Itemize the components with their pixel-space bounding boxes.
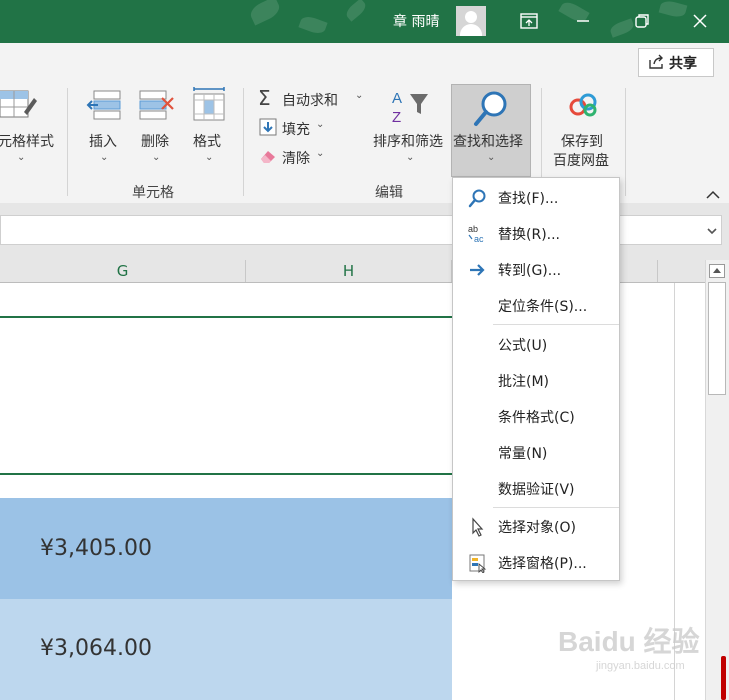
insert-cells-icon[interactable] — [86, 88, 122, 124]
eraser-icon[interactable] — [259, 148, 277, 164]
replace-icon: abac — [468, 224, 484, 244]
menu-item-goto-special[interactable]: 定位条件(S)... — [453, 288, 619, 322]
menu-item-select-objects[interactable]: 选择对象(O) — [453, 509, 619, 543]
fill-label[interactable]: 填充 — [282, 119, 310, 139]
share-label: 共享 — [669, 56, 697, 72]
selection-pane-icon — [469, 554, 487, 573]
format-label[interactable]: 格式 — [193, 131, 221, 151]
editing-group-label: 编辑 — [375, 185, 403, 201]
chevron-down-icon[interactable]: ⌄ — [205, 152, 213, 163]
minimize-icon[interactable] — [563, 6, 603, 36]
menu-item-data-validation[interactable]: 数据验证(V) — [453, 471, 619, 505]
cell-styles-icon[interactable] — [0, 88, 38, 122]
title-bar — [0, 0, 729, 43]
autosum-icon[interactable]: Σ — [258, 88, 276, 108]
baidu-watermark: Baidu 经验 jingyan.baidu.com — [558, 626, 700, 672]
menu-item-replace[interactable]: ab ac 替换(R)... — [453, 216, 619, 250]
menu-item-constants[interactable]: 常量(N) — [453, 435, 619, 469]
chevron-down-icon[interactable]: ⌄ — [406, 152, 414, 163]
close-icon[interactable] — [680, 6, 720, 36]
column-header-h[interactable]: H — [246, 260, 452, 282]
svg-text:A: A — [392, 90, 402, 107]
baidu-netdisk-label[interactable]: 百度网盘 — [553, 150, 609, 170]
cell-h-value[interactable]: ¥3,064.00 — [40, 636, 152, 661]
svg-text:ac: ac — [474, 234, 484, 244]
chevron-down-icon: ⌄ — [487, 152, 496, 163]
indicator-bar — [721, 656, 726, 700]
svg-text:Z: Z — [392, 109, 401, 126]
cells-group-label: 单元格 — [132, 185, 174, 201]
sort-filter-label[interactable]: 排序和筛选 — [373, 131, 443, 151]
baidu-save-label[interactable]: 保存到 — [561, 131, 603, 151]
share-button[interactable]: 共享 — [638, 48, 714, 77]
user-name[interactable]: 章 雨晴 — [393, 11, 439, 31]
menu-item-formulas[interactable]: 公式(U) — [453, 327, 619, 361]
chevron-down-icon[interactable]: ⌄ — [316, 119, 324, 130]
menu-item-comments[interactable]: 批注(M) — [453, 363, 619, 397]
collapse-ribbon-icon[interactable] — [705, 186, 721, 199]
find-select-menu: 查找(F)... ab ac 替换(R)... 转到(G)... 定位条件(S).… — [452, 177, 620, 581]
restore-icon[interactable] — [622, 6, 662, 36]
menu-item-selection-pane[interactable]: 选择窗格(P)... — [453, 545, 619, 579]
format-cells-icon[interactable] — [190, 86, 228, 124]
ribbon-display-options-icon[interactable] — [509, 6, 549, 36]
table-row[interactable]: ¥3,405.00 — [0, 498, 452, 599]
menu-item-conditional-formatting[interactable]: 条件格式(C) — [453, 399, 619, 433]
scrollbar-thumb[interactable] — [708, 282, 726, 395]
expand-formula-bar-icon[interactable] — [705, 223, 719, 237]
magnifier-icon — [472, 89, 512, 129]
chevron-down-icon[interactable]: ⌄ — [355, 90, 363, 101]
delete-cells-icon[interactable] — [138, 88, 176, 124]
find-select-label: 查找和选择 — [453, 134, 523, 150]
scroll-up-icon[interactable] — [709, 263, 725, 278]
chevron-down-icon[interactable]: ⌄ — [152, 152, 160, 163]
chevron-down-icon[interactable]: ⌄ — [100, 152, 108, 163]
share-icon — [649, 54, 663, 69]
delete-label[interactable]: 删除 — [141, 131, 169, 151]
table-row[interactable]: ¥3,064.00 — [0, 599, 452, 700]
sort-filter-icon[interactable]: A Z — [390, 88, 430, 126]
column-header-g[interactable]: G — [0, 260, 246, 282]
pointer-icon — [472, 517, 484, 537]
menu-item-find[interactable]: 查找(F)... — [453, 180, 619, 214]
fill-down-icon[interactable] — [259, 118, 277, 136]
chevron-down-icon[interactable]: ⌄ — [17, 152, 25, 163]
chevron-down-icon[interactable]: ⌄ — [316, 148, 324, 159]
insert-label[interactable]: 插入 — [89, 131, 117, 151]
goto-arrow-icon — [470, 264, 485, 276]
baidu-netdisk-icon[interactable] — [568, 93, 600, 119]
clear-label[interactable]: 清除 — [282, 148, 310, 168]
autosum-label[interactable]: 自动求和 — [282, 90, 338, 110]
svg-text:ab: ab — [468, 224, 478, 234]
menu-item-goto[interactable]: 转到(G)... — [453, 252, 619, 286]
search-icon — [468, 189, 486, 208]
cell-h-value[interactable]: ¥3,405.00 — [40, 536, 152, 561]
avatar[interactable] — [456, 6, 486, 36]
cell-styles-label[interactable]: 元格样式 — [0, 131, 54, 151]
